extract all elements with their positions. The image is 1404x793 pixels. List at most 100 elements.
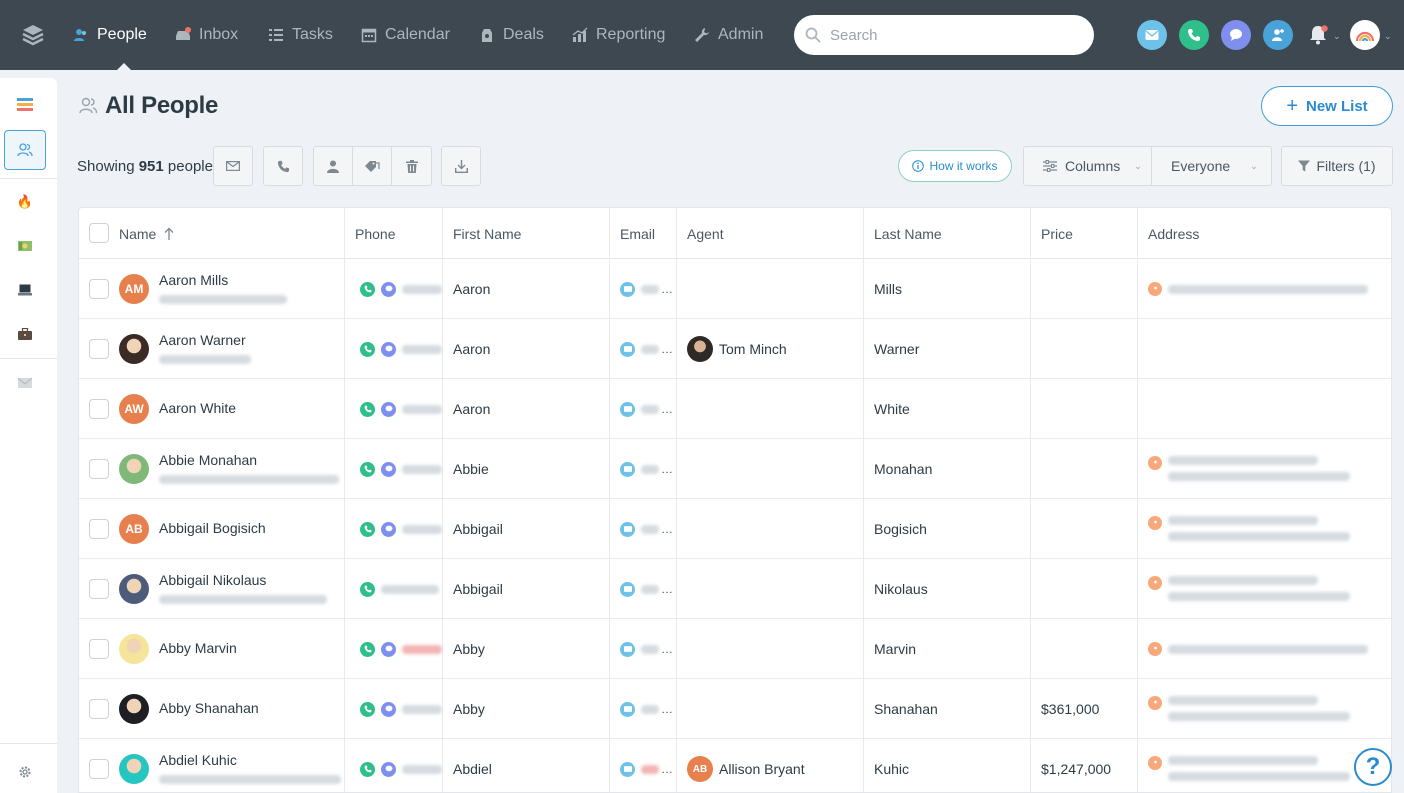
notifications-caret-icon[interactable]: ⌄ xyxy=(1333,31,1341,42)
nav-tasks[interactable]: Tasks xyxy=(268,0,333,70)
avatar[interactable] xyxy=(119,334,149,364)
column-header-last-name[interactable]: Last Name xyxy=(874,208,942,259)
row-checkbox[interactable] xyxy=(89,759,109,779)
phone-cell[interactable] xyxy=(360,259,442,319)
table-row[interactable]: Abbigail Nikolaus Abbigail … Nikolaus xyxy=(79,559,1391,619)
row-checkbox[interactable] xyxy=(89,279,109,299)
sidebar-item-hot[interactable]: 🔥 xyxy=(4,182,46,222)
sidebar-item-settings[interactable] xyxy=(4,752,46,792)
person-name[interactable]: Abby Shanahan xyxy=(159,700,259,716)
avatar[interactable] xyxy=(119,634,149,664)
filters-button[interactable]: Filters (1) xyxy=(1281,146,1393,186)
avatar[interactable] xyxy=(119,574,149,604)
text-message-icon[interactable] xyxy=(381,341,396,357)
phone-cell[interactable] xyxy=(360,319,442,379)
add-person-quick-button[interactable] xyxy=(1263,20,1293,50)
email-icon[interactable] xyxy=(620,521,635,537)
sidebar-item-computer[interactable] xyxy=(4,270,46,310)
row-checkbox[interactable] xyxy=(89,579,109,599)
avatar[interactable] xyxy=(119,754,149,784)
text-message-icon[interactable] xyxy=(381,521,396,537)
call-icon[interactable] xyxy=(360,401,375,417)
table-row[interactable]: Abbie Monahan Abbie … Monahan xyxy=(79,439,1391,499)
column-header-price[interactable]: Price xyxy=(1041,208,1073,259)
email-cell[interactable]: … xyxy=(620,379,673,439)
person-name[interactable]: Aaron Warner xyxy=(159,332,246,348)
column-header-first-name[interactable]: First Name xyxy=(453,208,521,259)
table-row[interactable]: AM Aaron Mills Aaron … Mills xyxy=(79,259,1391,319)
person-name[interactable]: Abby Marvin xyxy=(159,640,237,656)
sidebar-item-smart-lists[interactable] xyxy=(4,85,46,125)
email-cell[interactable]: … xyxy=(620,319,673,379)
address-cell[interactable] xyxy=(1148,679,1350,739)
sidebar-item-all-people[interactable] xyxy=(4,130,46,170)
columns-dropdown[interactable]: Columns ⌄ xyxy=(1023,146,1152,186)
email-cell[interactable]: … xyxy=(620,619,673,679)
table-row[interactable]: AB Abbigail Bogisich Abbigail … Bogisich xyxy=(79,499,1391,559)
column-header-name[interactable]: Name xyxy=(119,208,174,259)
email-cell[interactable]: … xyxy=(620,559,673,619)
phone-cell[interactable] xyxy=(360,439,442,499)
sort-ascending-icon[interactable] xyxy=(164,227,174,240)
email-icon[interactable] xyxy=(620,401,635,417)
call-icon[interactable] xyxy=(360,581,375,597)
row-checkbox[interactable] xyxy=(89,459,109,479)
table-row[interactable]: Aaron Warner Aaron … Tom Minch Warner xyxy=(79,319,1391,379)
table-row[interactable]: Abdiel Kuhic Abdiel … AB Allison Bryant … xyxy=(79,739,1391,792)
text-message-icon[interactable] xyxy=(381,701,396,717)
email-cell[interactable]: … xyxy=(620,499,673,559)
app-logo-icon[interactable] xyxy=(22,24,44,46)
text-message-icon[interactable] xyxy=(381,281,396,297)
call-icon[interactable] xyxy=(360,761,375,777)
address-cell[interactable] xyxy=(1148,259,1368,319)
agent-cell[interactable]: AB Allison Bryant xyxy=(687,739,805,792)
nav-inbox[interactable]: Inbox xyxy=(175,0,238,70)
email-cell[interactable]: … xyxy=(620,739,673,792)
how-it-works-button[interactable]: How it works xyxy=(898,150,1012,182)
call-icon[interactable] xyxy=(360,461,375,477)
delete-button[interactable] xyxy=(392,147,431,185)
email-cell[interactable]: … xyxy=(620,439,673,499)
nav-deals[interactable]: Deals xyxy=(479,0,544,70)
address-cell[interactable] xyxy=(1148,559,1350,619)
email-icon[interactable] xyxy=(620,581,635,597)
phone-cell[interactable] xyxy=(360,679,442,739)
text-message-icon[interactable] xyxy=(381,401,396,417)
help-button[interactable]: ? xyxy=(1354,748,1392,786)
bulk-email-button[interactable] xyxy=(213,146,253,186)
select-all-checkbox[interactable] xyxy=(89,223,109,243)
email-cell[interactable]: … xyxy=(620,259,673,319)
everyone-dropdown[interactable]: Everyone ⌄ xyxy=(1151,146,1272,186)
call-icon[interactable] xyxy=(360,281,375,297)
email-quick-button[interactable] xyxy=(1137,20,1167,50)
export-button[interactable] xyxy=(441,146,481,186)
agent-cell[interactable]: Tom Minch xyxy=(687,319,787,379)
avatar[interactable] xyxy=(119,454,149,484)
address-cell[interactable] xyxy=(1148,499,1350,559)
avatar[interactable]: AW xyxy=(119,394,149,424)
email-icon[interactable] xyxy=(620,281,635,297)
assign-agent-button[interactable] xyxy=(314,147,353,185)
bulk-call-button[interactable] xyxy=(263,146,303,186)
row-checkbox[interactable] xyxy=(89,519,109,539)
phone-cell[interactable] xyxy=(360,499,442,559)
email-icon[interactable] xyxy=(620,761,635,777)
phone-cell[interactable] xyxy=(360,619,442,679)
table-row[interactable]: Abby Shanahan Abby … Shanahan $361,000 xyxy=(79,679,1391,739)
table-row[interactable]: AW Aaron White Aaron … White xyxy=(79,379,1391,439)
phone-cell[interactable] xyxy=(360,559,439,619)
tag-button[interactable] xyxy=(353,147,392,185)
address-cell[interactable] xyxy=(1148,739,1350,792)
text-message-icon[interactable] xyxy=(381,761,396,777)
row-checkbox[interactable] xyxy=(89,399,109,419)
call-icon[interactable] xyxy=(360,521,375,537)
call-icon[interactable] xyxy=(360,641,375,657)
nav-admin[interactable]: Admin xyxy=(694,0,763,70)
table-row[interactable]: Abby Marvin Abby … Marvin xyxy=(79,619,1391,679)
column-header-phone[interactable]: Phone xyxy=(355,208,395,259)
email-icon[interactable] xyxy=(620,701,635,717)
call-icon[interactable] xyxy=(360,701,375,717)
call-icon[interactable] xyxy=(360,341,375,357)
text-quick-button[interactable] xyxy=(1221,20,1251,50)
sidebar-item-mail[interactable] xyxy=(4,363,46,403)
